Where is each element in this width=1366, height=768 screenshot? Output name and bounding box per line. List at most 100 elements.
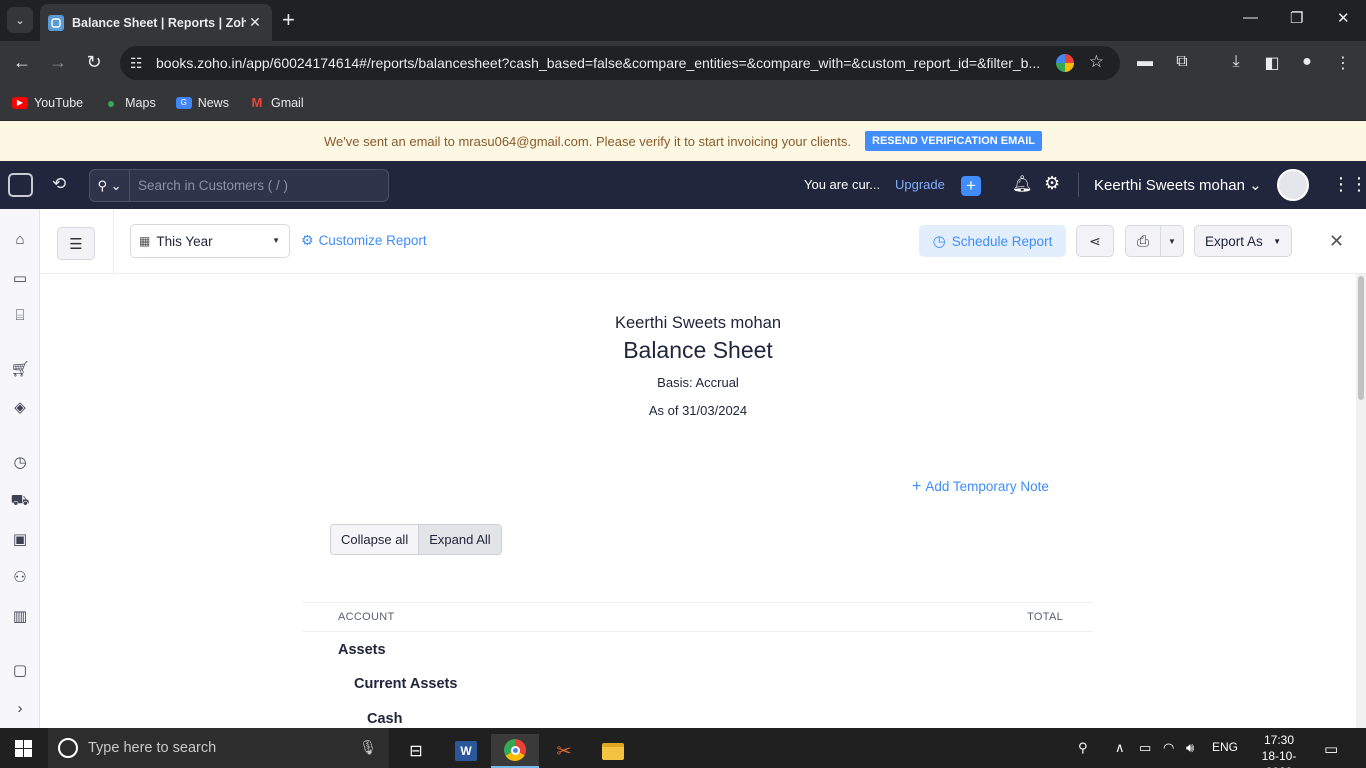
bookmark-star-icon[interactable]: ☆	[1089, 52, 1104, 72]
language-indicator[interactable]: ENG	[1212, 740, 1238, 754]
snipping-tool-icon[interactable]: ✂	[540, 734, 588, 768]
reports-chart-icon[interactable]: ▥	[8, 607, 32, 625]
puzzle-extensions-icon[interactable]: ⧉	[1172, 53, 1192, 71]
report-period-select[interactable]: ▦ This Year ▼	[130, 224, 290, 258]
windows-start-icon[interactable]	[15, 740, 32, 757]
calendar-icon: ▦	[139, 234, 151, 248]
add-temporary-note-link[interactable]: + Add Temporary Note	[912, 478, 1049, 496]
banking-icon[interactable]: ⌸	[8, 307, 32, 324]
reports-menu-hamburger-icon[interactable]: ☰	[57, 227, 95, 260]
bookmark-news[interactable]: G News	[175, 96, 229, 110]
bookmark-gmail[interactable]: M Gmail	[249, 95, 304, 110]
address-bar[interactable]: ☷ books.zoho.in/app/60024174614#/reports…	[120, 46, 1120, 80]
documents-folder-icon[interactable]: ▢	[8, 661, 32, 679]
volume-icon[interactable]: 🔊︎	[1186, 740, 1194, 756]
report-as-of-date: As of 31/03/2024	[648, 403, 748, 418]
clock-icon: ◷	[932, 233, 946, 250]
column-header-account: ACCOUNT	[338, 611, 395, 623]
wifi-icon[interactable]: ◠	[1163, 740, 1174, 756]
back-icon[interactable]: ←	[11, 52, 33, 73]
print-button[interactable]: ⎙ ▼	[1125, 225, 1184, 257]
gst-filing-icon[interactable]: ▣	[8, 530, 32, 548]
sales-cart-icon[interactable]: 🛒︎	[8, 360, 32, 378]
url-text: books.zoho.in/app/60024174614#/reports/b…	[156, 55, 1041, 71]
page-scrollbar-thumb[interactable]	[1358, 276, 1364, 400]
tab-close-icon[interactable]: ✕	[246, 14, 264, 31]
profile-icon[interactable]: ●	[1297, 53, 1317, 71]
share-report-button[interactable]: ⋖	[1076, 225, 1114, 257]
report-table-header: ACCOUNT TOTAL	[302, 602, 1093, 632]
zoho-books-logo-icon[interactable]	[8, 173, 33, 197]
people-icon[interactable]: ⚲	[1078, 740, 1088, 756]
extension-icon[interactable]: ▬	[1135, 53, 1155, 71]
taskbar-search[interactable]: Type here to search 🎙︎	[48, 728, 390, 768]
recent-history-icon[interactable]: ⟲	[52, 174, 66, 194]
left-nav-rail: ⌂ ▭ ⌸ 🛒︎ ◈ ◷ ⛟ ▣ ⚇ ▥ ▢ ›	[0, 209, 40, 728]
browser-toolbar: ← → ↻ ☷ books.zoho.in/app/60024174614#/r…	[0, 41, 1366, 85]
purchases-bag-icon[interactable]: ◈	[8, 398, 32, 416]
print-options-chevron-icon[interactable]: ▼	[1161, 237, 1183, 246]
restore-icon[interactable]: ❐	[1290, 9, 1303, 27]
new-tab-button[interactable]: +	[282, 8, 295, 32]
schedule-report-button[interactable]: ◷ Schedule Report	[919, 225, 1066, 257]
reload-icon[interactable]: ↻	[83, 52, 105, 73]
download-icon[interactable]: ⤓	[1226, 53, 1246, 71]
toolbar-divider	[113, 209, 114, 274]
side-panel-icon[interactable]: ◧	[1262, 53, 1282, 73]
forward-icon[interactable]: →	[47, 52, 69, 73]
word-app-icon[interactable]: W	[442, 734, 490, 768]
browser-tab-active[interactable]: Balance Sheet | Reports | Zoho ✕	[40, 4, 272, 41]
search-icon[interactable]: ⚲ ⌄	[90, 170, 130, 201]
resend-verification-button[interactable]: RESEND VERIFICATION EMAIL	[865, 131, 1042, 151]
notifications-center-icon[interactable]: ▭	[1324, 740, 1338, 758]
file-explorer-icon[interactable]	[589, 734, 637, 768]
clock-date: 18-10-2023	[1261, 749, 1297, 768]
verify-email-banner: We've sent an email to mrasu064@gmail.co…	[0, 121, 1366, 161]
google-lens-icon[interactable]	[1056, 54, 1074, 72]
site-info-icon[interactable]: ☷	[130, 55, 152, 72]
home-icon[interactable]: ⌂	[8, 231, 32, 248]
items-icon[interactable]: ▭	[8, 269, 32, 287]
settings-gear-icon[interactable]: ⚙	[1044, 173, 1060, 194]
tab-search-button[interactable]: ⌄	[7, 7, 33, 33]
upgrade-link[interactable]: Upgrade	[895, 177, 945, 192]
minimize-icon[interactable]: —	[1243, 9, 1258, 26]
printer-icon[interactable]: ⎙	[1126, 226, 1161, 256]
report-body: Keerthi Sweets mohan Balance Sheet Basis…	[40, 274, 1356, 728]
chrome-app-icon[interactable]	[491, 734, 539, 768]
expand-all-button[interactable]: Expand All	[418, 525, 501, 554]
task-view-icon[interactable]: ⊟	[392, 734, 440, 768]
export-as-dropdown[interactable]: Export As ▼	[1194, 225, 1292, 257]
windows-taskbar: Type here to search 🎙︎ ⊟ W ✂ ⚲ ∧ ▭ ◠ 🔊︎ …	[0, 728, 1366, 768]
collapse-all-button[interactable]: Collapse all	[331, 525, 419, 554]
expand-collapse-group: Collapse all Expand All	[330, 524, 502, 555]
global-search[interactable]: ⚲ ⌄	[89, 169, 389, 202]
row-current-assets[interactable]: Current Assets	[354, 676, 457, 692]
chrome-menu-icon[interactable]: ⋮	[1333, 53, 1353, 73]
row-cash[interactable]: Cash	[367, 711, 402, 727]
organization-switcher[interactable]: Keerthi Sweets mohan ⌄	[1094, 176, 1262, 194]
zoho-books-favicon-icon	[48, 14, 64, 31]
time-tracking-icon[interactable]: ◷	[8, 453, 32, 471]
column-header-total: TOTAL	[1027, 611, 1063, 623]
customize-report-button[interactable]: ⚙ Customize Report	[301, 232, 427, 249]
row-assets[interactable]: Assets	[338, 642, 386, 658]
chevron-down-icon: ▼	[272, 236, 280, 245]
app-launcher-grid-icon[interactable]: ⋮⋮⋮	[1332, 174, 1366, 195]
user-avatar[interactable]	[1277, 169, 1309, 201]
accountant-icon[interactable]: ⚇	[8, 568, 32, 586]
microphone-icon[interactable]: 🎙︎	[359, 739, 377, 756]
system-clock[interactable]: 17:30 18-10-2023	[1252, 732, 1306, 768]
quick-create-button[interactable]: +	[961, 176, 981, 196]
notifications-bell-icon[interactable]: 🔔︎	[1012, 174, 1032, 194]
battery-icon[interactable]: ▭	[1139, 740, 1151, 756]
bookmark-maps[interactable]: ● Maps	[103, 95, 156, 111]
close-report-icon[interactable]: ✕	[1329, 231, 1344, 252]
plus-icon: +	[912, 478, 922, 495]
bookmark-youtube[interactable]: ▶ YouTube	[12, 96, 83, 110]
expand-rail-chevron-icon[interactable]: ›	[8, 700, 32, 717]
show-hidden-icons-chevron[interactable]: ∧	[1115, 740, 1125, 756]
window-close-icon[interactable]: ✕	[1337, 9, 1350, 27]
ewaybill-truck-icon[interactable]: ⛟	[8, 492, 32, 511]
search-input[interactable]	[130, 178, 380, 193]
